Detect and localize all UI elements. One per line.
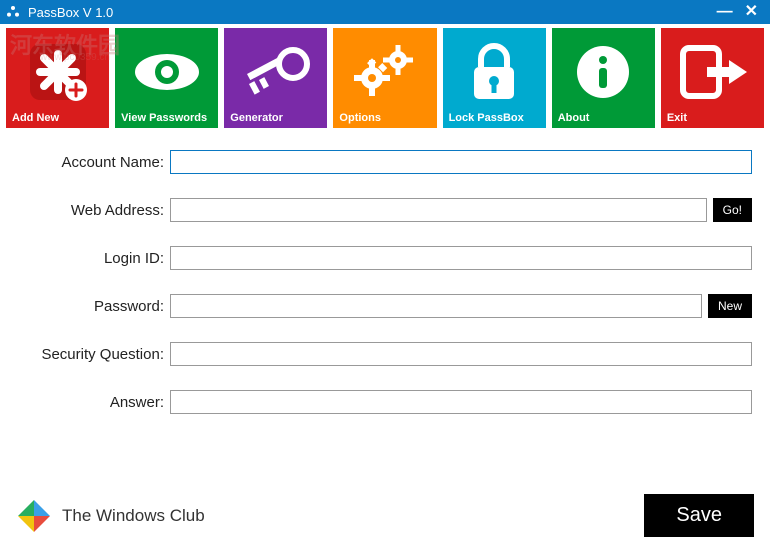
generator-tile[interactable]: Generator <box>224 28 327 128</box>
tile-label: Generator <box>228 110 283 124</box>
asterisk-add-icon <box>10 34 105 110</box>
tile-label: View Passwords <box>119 110 207 124</box>
tile-label: Options <box>337 110 381 124</box>
answer-input[interactable] <box>170 390 752 414</box>
lock-icon <box>447 34 542 110</box>
options-tile[interactable]: Options <box>333 28 436 128</box>
save-button[interactable]: Save <box>644 494 754 537</box>
security-question-input[interactable] <box>170 342 752 366</box>
key-icon <box>228 34 323 110</box>
brand: The Windows Club <box>16 498 205 534</box>
web-address-label: Web Address: <box>18 202 170 219</box>
tile-label: Exit <box>665 110 687 124</box>
account-name-input[interactable] <box>170 150 752 174</box>
exit-tile[interactable]: Exit <box>661 28 764 128</box>
eye-icon <box>119 34 214 110</box>
account-name-label: Account Name: <box>18 154 170 171</box>
tile-label: Add New <box>10 110 59 124</box>
windows-club-logo-icon <box>16 498 52 534</box>
tile-label: About <box>556 110 590 124</box>
info-icon <box>556 34 651 110</box>
password-input[interactable] <box>170 294 702 318</box>
app-icon <box>4 3 22 21</box>
tile-label: Lock PassBox <box>447 110 524 124</box>
exit-icon <box>665 34 760 110</box>
brand-text: The Windows Club <box>62 506 205 526</box>
web-address-input[interactable] <box>170 198 707 222</box>
login-id-input[interactable] <box>170 246 752 270</box>
gears-icon <box>337 34 432 110</box>
app-title: PassBox V 1.0 <box>28 5 717 20</box>
go-button[interactable]: Go! <box>713 198 752 222</box>
close-button[interactable]: ✕ <box>745 5 758 19</box>
view-passwords-tile[interactable]: View Passwords <box>115 28 218 128</box>
toolbar: Add New View Passwords Generator Options… <box>0 24 770 132</box>
answer-label: Answer: <box>18 394 170 411</box>
new-password-button[interactable]: New <box>708 294 752 318</box>
footer: The Windows Club Save <box>16 494 754 537</box>
form: Account Name: Web Address: Go! Login ID:… <box>0 132 770 414</box>
add-new-tile[interactable]: Add New <box>6 28 109 128</box>
about-tile[interactable]: About <box>552 28 655 128</box>
minimize-button[interactable]: — <box>717 5 733 19</box>
security-question-label: Security Question: <box>18 346 170 363</box>
password-label: Password: <box>18 298 170 315</box>
lock-passbox-tile[interactable]: Lock PassBox <box>443 28 546 128</box>
login-id-label: Login ID: <box>18 250 170 267</box>
titlebar: PassBox V 1.0 — ✕ <box>0 0 770 24</box>
